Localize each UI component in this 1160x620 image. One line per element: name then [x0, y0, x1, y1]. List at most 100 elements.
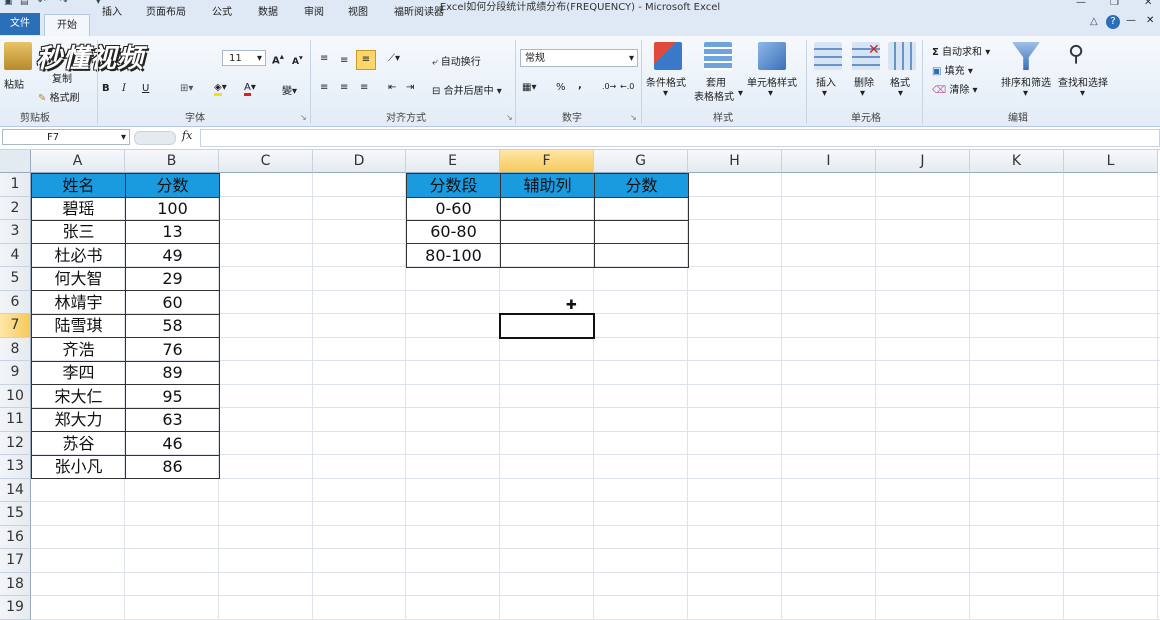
- font-color-icon[interactable]: A▾: [244, 82, 256, 96]
- table-cell[interactable]: 0-60: [406, 196, 501, 221]
- table-cell[interactable]: 60-80: [406, 220, 501, 244]
- tab-data[interactable]: 数据: [252, 3, 284, 23]
- table-cell[interactable]: 碧瑶: [31, 196, 126, 221]
- table-cell[interactable]: 杜必书: [31, 243, 126, 268]
- paste-icon[interactable]: [4, 42, 32, 70]
- row-header-10[interactable]: 10: [0, 384, 31, 408]
- row-header-1[interactable]: 1: [0, 173, 31, 197]
- table-cell[interactable]: 郑大力: [31, 408, 126, 432]
- autosum-button[interactable]: Σ 自动求和 ▾: [932, 43, 990, 58]
- table-cell[interactable]: 张小凡: [31, 455, 126, 479]
- table-header-cell[interactable]: 辅助列: [500, 173, 595, 198]
- table-cell[interactable]: 100: [125, 196, 220, 221]
- chevron-down-icon[interactable]: ▾: [663, 88, 668, 99]
- tab-formulas[interactable]: 公式: [206, 3, 238, 23]
- table-cell[interactable]: 95: [125, 384, 220, 409]
- column-header-b[interactable]: B: [125, 150, 219, 173]
- format-as-table-icon[interactable]: [704, 42, 732, 70]
- format-cells-icon[interactable]: [888, 42, 916, 70]
- number-format-select[interactable]: 常规 ▾: [520, 49, 638, 67]
- row-header-16[interactable]: 16: [0, 525, 31, 549]
- comma-button[interactable]: ,: [578, 80, 582, 91]
- table-header-cell[interactable]: 姓名: [31, 173, 126, 198]
- underline-button[interactable]: U: [142, 83, 149, 94]
- row-header-14[interactable]: 14: [0, 478, 31, 502]
- table-cell[interactable]: 宋大仁: [31, 384, 126, 409]
- format-painter-button[interactable]: ✎ 格式刷: [38, 89, 80, 104]
- binoculars-icon[interactable]: ⚲: [1068, 42, 1084, 67]
- table-cell[interactable]: 46: [125, 431, 220, 456]
- formula-bar-splitter[interactable]: [134, 131, 176, 145]
- chevron-down-icon[interactable]: ▾: [768, 88, 773, 99]
- table-cell[interactable]: 何大智: [31, 267, 126, 291]
- find-select-button[interactable]: 查找和选择: [1058, 74, 1108, 89]
- tab-file[interactable]: 文件: [0, 13, 40, 35]
- font-size-select[interactable]: 11 ▾: [222, 50, 266, 66]
- chevron-down-icon[interactable]: ▾: [1023, 88, 1028, 99]
- excel-app-icon[interactable]: ▣: [4, 0, 14, 7]
- delete-cells-button[interactable]: 删除: [854, 74, 874, 89]
- align-right-icon[interactable]: ≡: [360, 82, 368, 93]
- chevron-down-icon[interactable]: ▾: [860, 88, 865, 99]
- border-icon[interactable]: ⊞▾: [180, 83, 193, 94]
- column-header-k[interactable]: K: [970, 150, 1064, 173]
- table-cell[interactable]: [500, 196, 595, 221]
- table-cell[interactable]: 63: [125, 408, 220, 432]
- number-dialog-launcher-icon[interactable]: ↘: [630, 113, 637, 122]
- accounting-format-icon[interactable]: ▦▾: [522, 82, 536, 93]
- row-header-8[interactable]: 8: [0, 337, 31, 361]
- column-header-j[interactable]: J: [876, 150, 970, 173]
- column-header-l[interactable]: L: [1064, 150, 1158, 173]
- merge-center-button[interactable]: ⊟ 合并后居中 ▾: [432, 82, 502, 97]
- row-header-18[interactable]: 18: [0, 572, 31, 596]
- formula-input[interactable]: [200, 129, 1160, 147]
- table-cell[interactable]: 29: [125, 267, 220, 291]
- table-cell[interactable]: 60: [125, 290, 220, 315]
- clear-button[interactable]: ⌫ 清除 ▾: [932, 81, 978, 96]
- row-header-3[interactable]: 3: [0, 220, 31, 244]
- alignment-dialog-launcher-icon[interactable]: ↘: [506, 113, 513, 122]
- table-header-cell[interactable]: 分数: [125, 173, 220, 198]
- increase-decimal-icon[interactable]: .0→: [602, 82, 616, 91]
- tab-foxit-reader[interactable]: 福昕阅读器: [388, 3, 450, 23]
- insert-cells-button[interactable]: 插入: [816, 74, 836, 89]
- table-cell[interactable]: 张三: [31, 220, 126, 244]
- table-cell[interactable]: [594, 243, 689, 268]
- select-all-button[interactable]: [0, 150, 31, 173]
- paste-button-label[interactable]: 粘贴: [4, 76, 24, 91]
- chevron-down-icon[interactable]: ▾: [822, 88, 827, 99]
- ribbon-close-icon[interactable]: ✕: [1146, 15, 1154, 26]
- column-header-e[interactable]: E: [406, 150, 500, 173]
- column-header-i[interactable]: I: [782, 150, 876, 173]
- format-cells-button[interactable]: 格式: [890, 74, 910, 89]
- align-bottom-icon[interactable]: ≡: [356, 50, 376, 70]
- bold-button[interactable]: B: [102, 83, 110, 94]
- format-as-table-button-line2[interactable]: 表格格式: [694, 88, 734, 103]
- column-header-a[interactable]: A: [31, 150, 125, 173]
- column-header-h[interactable]: H: [688, 150, 782, 173]
- row-header-5[interactable]: 5: [0, 267, 31, 291]
- shrink-font-button[interactable]: A▾: [292, 53, 303, 67]
- table-cell[interactable]: 陆雪琪: [31, 314, 126, 338]
- close-icon[interactable]: ✕: [1144, 0, 1152, 8]
- increase-indent-icon[interactable]: ⇥: [406, 82, 414, 93]
- insert-cells-icon[interactable]: [814, 42, 842, 70]
- fill-button[interactable]: ▣ 填充 ▾: [932, 62, 973, 77]
- chevron-down-icon[interactable]: ▾: [738, 88, 743, 99]
- ribbon-minimize-icon[interactable]: —: [1126, 15, 1136, 26]
- chevron-down-icon[interactable]: ▾: [1080, 88, 1085, 99]
- undo-icon[interactable]: ↶: [38, 0, 48, 7]
- text-orientation-icon[interactable]: ⟋▾: [388, 53, 400, 64]
- row-header-4[interactable]: 4: [0, 243, 31, 267]
- restore-icon[interactable]: ❐: [1110, 0, 1119, 8]
- ribbon-collapse-icon[interactable]: △: [1090, 16, 1098, 27]
- align-left-icon[interactable]: ≡: [320, 82, 328, 93]
- row-header-15[interactable]: 15: [0, 502, 31, 526]
- selected-cell-f7[interactable]: [499, 313, 595, 339]
- table-cell[interactable]: [500, 243, 595, 268]
- table-header-cell[interactable]: 分数段: [406, 173, 501, 198]
- tab-view[interactable]: 视图: [342, 3, 374, 23]
- table-cell[interactable]: 13: [125, 220, 220, 244]
- grow-font-button[interactable]: A▴: [272, 51, 284, 66]
- table-cell[interactable]: 林靖宇: [31, 290, 126, 315]
